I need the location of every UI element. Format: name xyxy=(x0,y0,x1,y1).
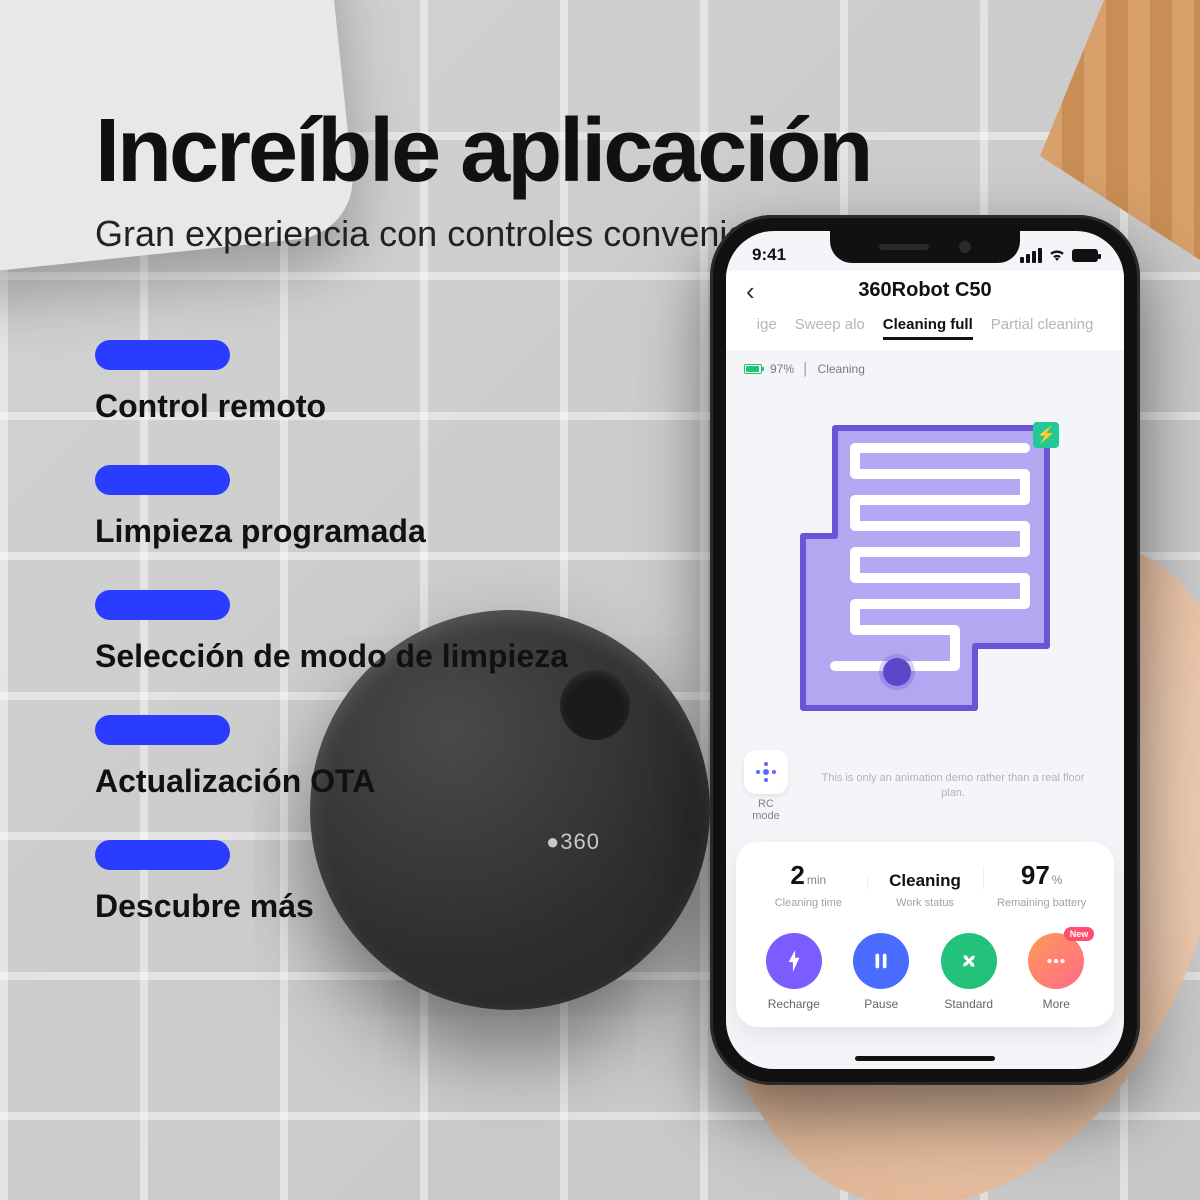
standard-button[interactable]: Standard xyxy=(941,933,997,1011)
rc-mode-label: RC mode xyxy=(744,798,788,822)
feature-item: Descubre más xyxy=(95,840,568,925)
stat-battery: 97% Remaining battery xyxy=(983,860,1100,909)
new-badge: New xyxy=(1064,927,1095,941)
action-row: Recharge Pause Standard xyxy=(750,933,1100,1011)
fan-icon xyxy=(941,933,997,989)
status-label: Work status xyxy=(867,897,984,909)
feature-item: Control remoto xyxy=(95,340,568,425)
battery-value: 97 xyxy=(1021,860,1050,890)
tab-sweep-alone[interactable]: Sweep alo xyxy=(795,316,865,340)
feature-pill xyxy=(95,465,230,495)
mode-tabs: ige Sweep alo Cleaning full Partial clea… xyxy=(726,314,1124,350)
feature-pill xyxy=(95,340,230,370)
status-icons xyxy=(1020,246,1098,264)
feature-pill xyxy=(95,590,230,620)
battery-mini-icon xyxy=(744,364,762,374)
app-title: 360Robot C50 xyxy=(858,279,991,302)
feature-item: Actualización OTA xyxy=(95,715,568,800)
separator: │ xyxy=(802,362,810,376)
rc-mode-button[interactable]: RC mode xyxy=(744,750,788,822)
status-value: Cleaning xyxy=(867,871,984,891)
status-line: 97% │ Cleaning xyxy=(744,362,1106,376)
status-time: 9:41 xyxy=(752,245,786,265)
time-label: Cleaning time xyxy=(750,897,867,909)
rc-row: RC mode This is only an animation demo r… xyxy=(744,750,1106,822)
stats-card: 2min Cleaning time Cleaning Work status … xyxy=(736,842,1114,1027)
home-indicator[interactable] xyxy=(855,1056,995,1061)
pause-icon xyxy=(853,933,909,989)
stat-cleaning-time: 2min Cleaning time xyxy=(750,860,867,909)
charger-icon: ⚡ xyxy=(1033,422,1059,448)
map-svg xyxy=(795,416,1055,716)
recharge-button[interactable]: Recharge xyxy=(766,933,822,1011)
feature-label: Actualización OTA xyxy=(95,763,568,800)
more-button[interactable]: New More xyxy=(1028,933,1084,1011)
cellular-icon xyxy=(1020,248,1042,263)
feature-label: Control remoto xyxy=(95,388,568,425)
app-body: 97% │ Cleaning ⚡ xyxy=(726,350,1124,828)
recharge-label: Recharge xyxy=(766,997,822,1011)
battery-label: Remaining battery xyxy=(983,897,1100,909)
stat-work-status: Cleaning Work status xyxy=(867,871,984,909)
feature-list: Control remoto Limpieza programada Selec… xyxy=(95,340,568,965)
feature-pill xyxy=(95,840,230,870)
wifi-icon xyxy=(1048,246,1066,264)
feature-label: Limpieza programada xyxy=(95,513,568,550)
floor-map[interactable]: ⚡ xyxy=(744,386,1106,746)
tab-cleaning-full[interactable]: Cleaning full xyxy=(883,316,973,340)
rc-mode-icon xyxy=(754,760,778,784)
pause-label: Pause xyxy=(853,997,909,1011)
feature-item: Selección de modo de limpieza xyxy=(95,590,568,675)
phone-frame: 9:41 ‹ 360Robot C50 ige Sweep alo Cleani… xyxy=(710,215,1140,1085)
headline: Increíble aplicación xyxy=(95,100,870,203)
phone-screen: 9:41 ‹ 360Robot C50 ige Sweep alo Cleani… xyxy=(726,231,1124,1069)
more-icon: New xyxy=(1028,933,1084,989)
pause-button[interactable]: Pause xyxy=(853,933,909,1011)
feature-label: Selección de modo de limpieza xyxy=(95,638,568,675)
standard-label: Standard xyxy=(941,997,997,1011)
more-label: More xyxy=(1028,997,1084,1011)
time-value: 2 xyxy=(790,860,804,890)
battery-icon xyxy=(1072,249,1098,262)
battery-unit: % xyxy=(1052,873,1063,887)
battery-pct: 97% xyxy=(770,362,794,376)
feature-pill xyxy=(95,715,230,745)
subheadline: Gran experiencia con controles convenien… xyxy=(95,210,815,259)
back-button[interactable]: ‹ xyxy=(746,278,755,304)
recharge-icon xyxy=(766,933,822,989)
app-header: ‹ 360Robot C50 xyxy=(726,271,1124,314)
feature-label: Descubre más xyxy=(95,888,568,925)
phone-in-hand: 9:41 ‹ 360Robot C50 ige Sweep alo Cleani… xyxy=(710,215,1140,1085)
marketing-canvas: ●360 Increíble aplicación Gran experienc… xyxy=(0,0,1200,1200)
tab-partial-cleaning[interactable]: Partial cleaning xyxy=(991,316,1094,340)
feature-item: Limpieza programada xyxy=(95,465,568,550)
demo-note: This is only an animation demo rather th… xyxy=(800,771,1106,802)
time-unit: min xyxy=(807,873,826,887)
robot-position-icon xyxy=(883,658,911,686)
phone-notch xyxy=(830,231,1020,263)
work-state: Cleaning xyxy=(818,362,865,376)
tab-edge[interactable]: ige xyxy=(757,316,777,340)
